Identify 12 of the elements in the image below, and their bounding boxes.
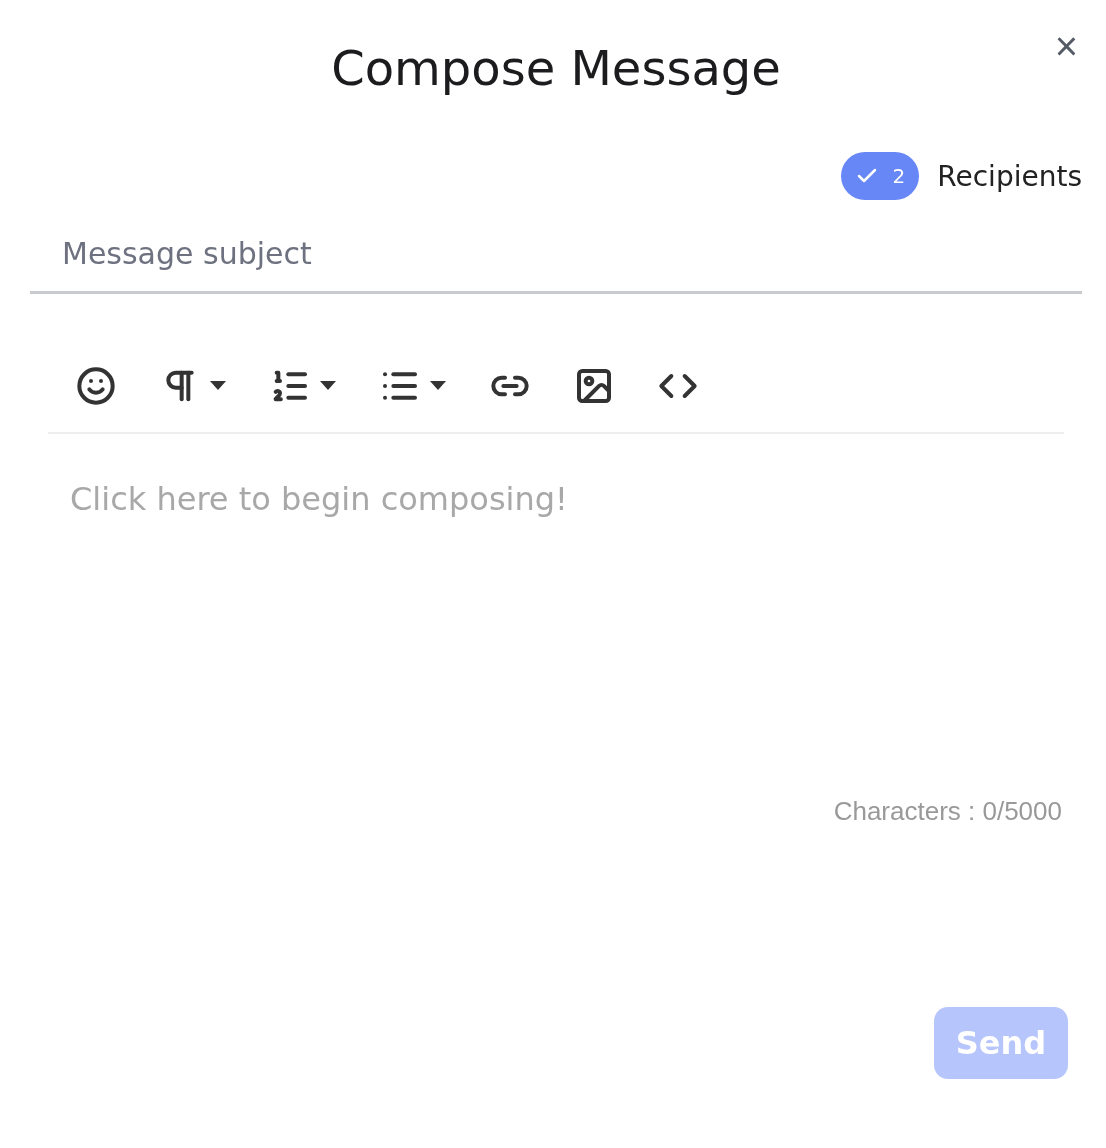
dialog-title: Compose Message bbox=[331, 40, 781, 96]
smiley-icon bbox=[76, 366, 116, 406]
close-button[interactable]: × bbox=[1050, 26, 1082, 66]
caret-icon bbox=[320, 381, 336, 391]
recipients-label: Recipients bbox=[937, 159, 1082, 193]
recipients-badge[interactable]: 2 bbox=[840, 152, 920, 200]
image-tool-button[interactable] bbox=[574, 366, 614, 406]
caret-icon bbox=[430, 381, 446, 391]
caret-icon bbox=[210, 381, 226, 391]
smiley-tool-button[interactable] bbox=[76, 366, 116, 406]
character-counter: Characters : 0/5000 bbox=[833, 796, 1062, 827]
image-icon bbox=[574, 366, 614, 406]
